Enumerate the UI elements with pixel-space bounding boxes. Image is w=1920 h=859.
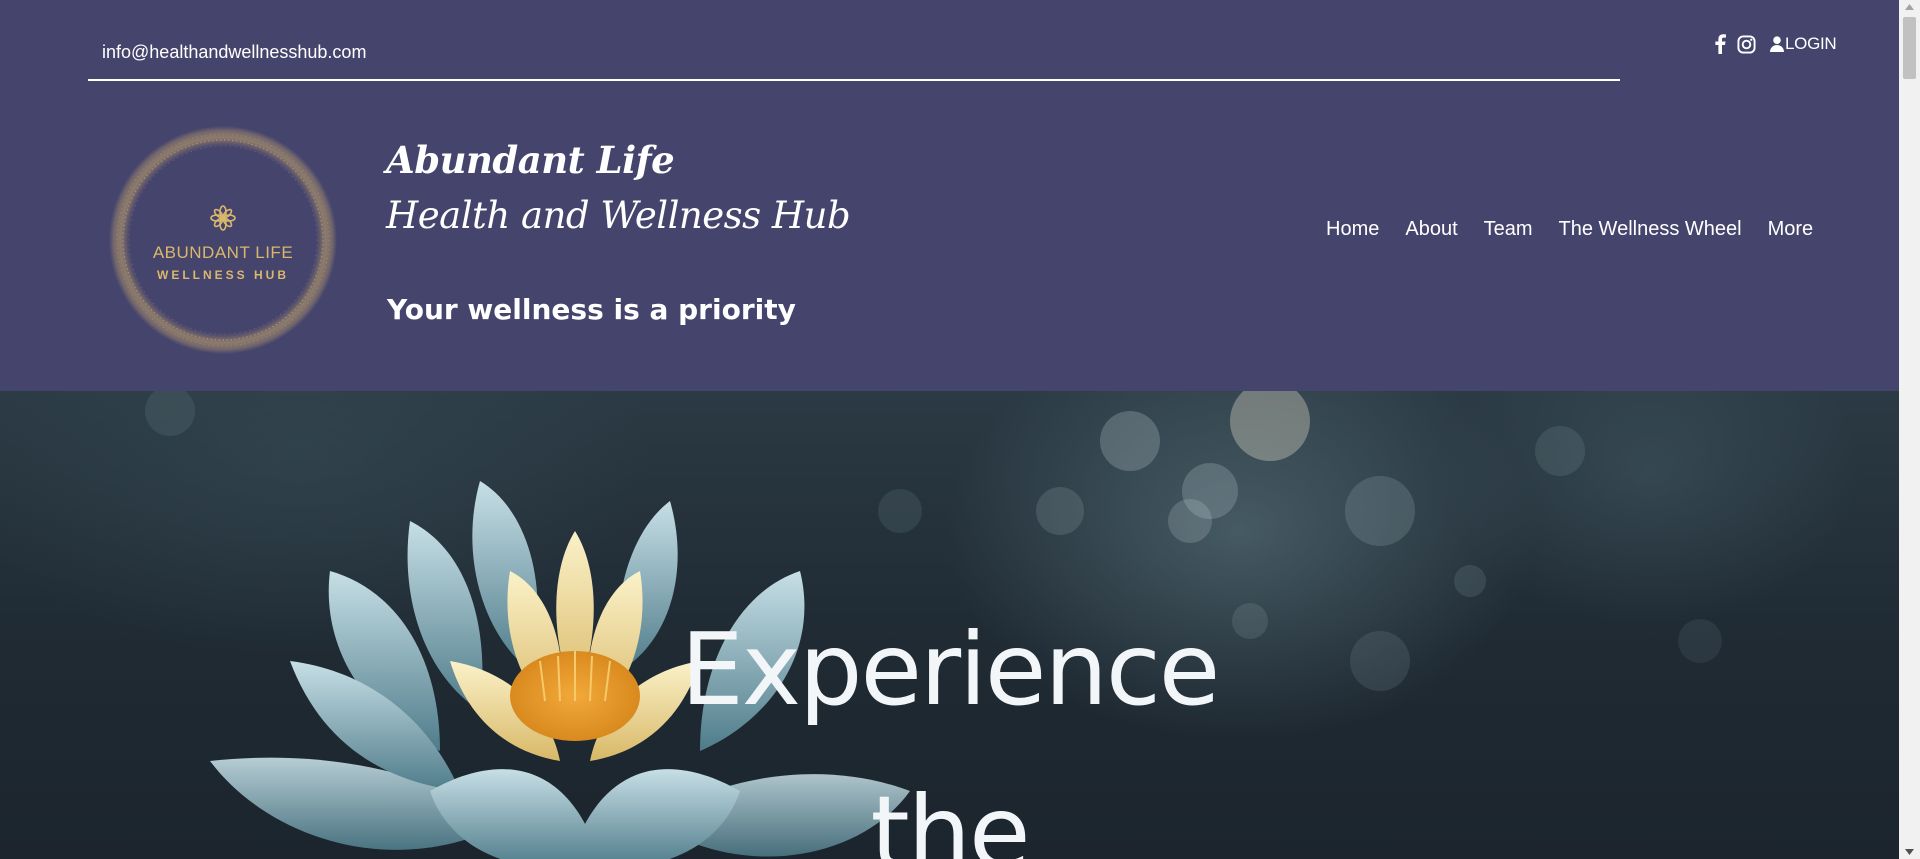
contact-email-link[interactable]: info@healthandwellnesshub.com	[102, 42, 366, 63]
facebook-icon[interactable]	[1710, 33, 1730, 55]
main-nav: Home About Team The Wellness Wheel More	[1313, 218, 1826, 241]
scrollbar-thumb[interactable]	[1903, 17, 1916, 79]
nav-item-more[interactable]: More	[1768, 218, 1814, 241]
page: info@healthandwellnesshub.com LOGIN ABUN…	[0, 0, 1899, 859]
logo-text-line-1: ABUNDANT LIFE	[153, 243, 293, 262]
hero-heading-line-1: Experience	[680, 611, 1221, 728]
vertical-scrollbar[interactable]	[1899, 0, 1920, 859]
scroll-up-arrow-icon[interactable]	[1899, 0, 1920, 14]
nav-item-home[interactable]: Home	[1326, 218, 1379, 241]
nav-item-about[interactable]: About	[1405, 218, 1457, 241]
site-title-line-1: Abundant Life	[386, 138, 675, 182]
nav-item-wellness-wheel[interactable]: The Wellness Wheel	[1559, 218, 1742, 241]
site-tagline: Your wellness is a priority	[387, 293, 796, 326]
logo-text-line-2: WELLNESS HUB	[157, 268, 289, 282]
hero-section: Experience the	[0, 391, 1899, 859]
nav-item-team[interactable]: Team	[1484, 218, 1533, 241]
top-right-actions: LOGIN	[1710, 30, 1837, 58]
login-label: LOGIN	[1785, 34, 1837, 53]
user-icon	[1770, 36, 1784, 52]
login-button[interactable]: LOGIN	[1770, 34, 1837, 54]
instagram-icon[interactable]	[1736, 33, 1756, 55]
hero-heading-line-2: the	[870, 774, 1030, 859]
site-logo[interactable]: ABUNDANT LIFE WELLNESS HUB	[108, 125, 338, 355]
scroll-down-arrow-icon[interactable]	[1899, 845, 1920, 859]
site-title-line-2: Health and Wellness Hub	[386, 194, 851, 237]
email-bar: info@healthandwellnesshub.com	[88, 36, 1620, 81]
site-header: info@healthandwellnesshub.com LOGIN ABUN…	[0, 0, 1899, 391]
